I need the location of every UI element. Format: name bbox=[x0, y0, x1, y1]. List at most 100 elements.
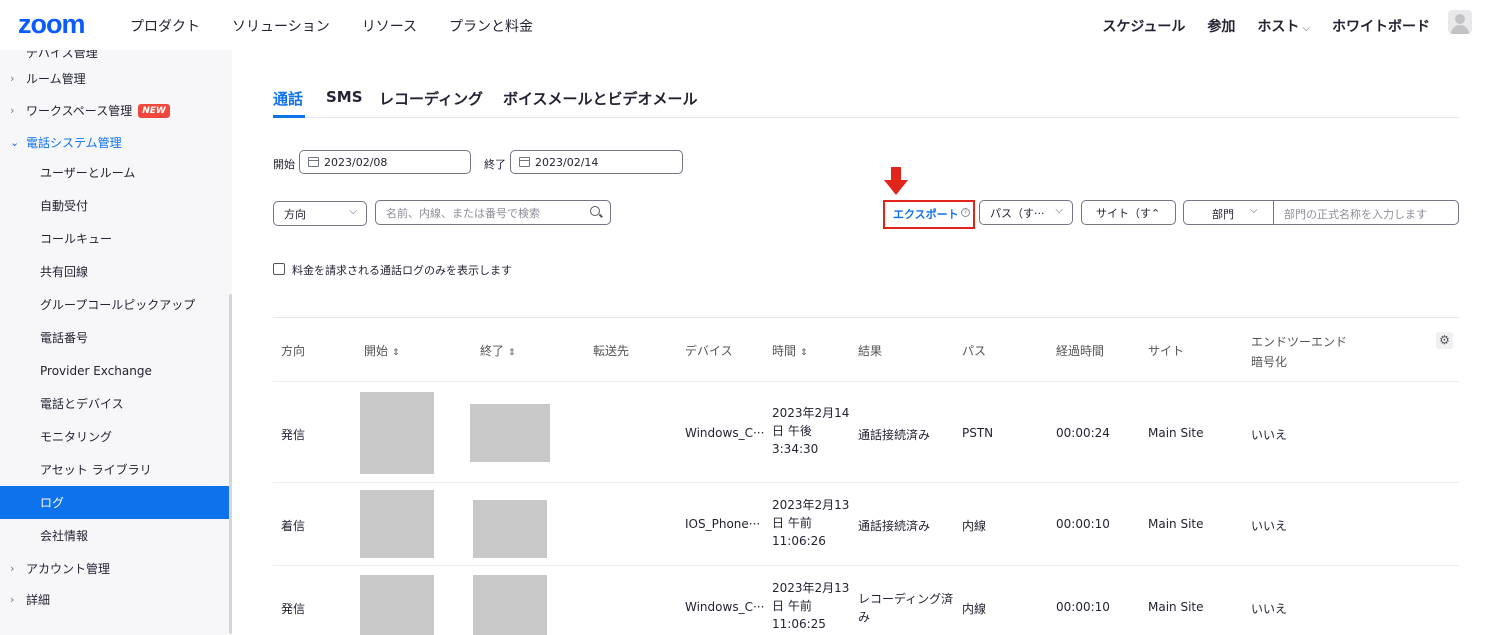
sidebar: デバイス管理 › ルーム管理 › ワークスペース管理 NEW ⌄ 電話システム管理 ユー… bbox=[0, 50, 232, 635]
dept-search-input[interactable]: 部門の正式名称を入力します bbox=[1284, 206, 1427, 222]
tab-calls[interactable]: 通話 bbox=[273, 88, 303, 109]
search-placeholder: 名前、内線、または番号で検索 bbox=[386, 206, 540, 220]
sidebar-item-auto-receptionist[interactable]: 自動受付 bbox=[40, 189, 88, 222]
active-tab-indicator bbox=[273, 115, 305, 118]
help-icon[interactable]: ? bbox=[961, 208, 970, 217]
tab-sms[interactable]: SMS bbox=[326, 88, 363, 106]
red-arrow-annotation bbox=[884, 167, 908, 195]
cell-site: Main Site bbox=[1148, 426, 1204, 440]
direction-select[interactable]: 方向 ⌵ bbox=[273, 201, 367, 226]
sort-icon: ⇕ bbox=[508, 348, 516, 358]
sidebar-item-details[interactable]: › 詳細 bbox=[10, 583, 50, 616]
end-date-label: 終了 bbox=[484, 158, 506, 171]
chevron-down-icon: ⌵ bbox=[1055, 205, 1063, 216]
chevron-right-icon: › bbox=[10, 104, 15, 117]
cell-elapsed: 00:00:10 bbox=[1056, 517, 1110, 531]
sidebar-item-provider-exchange[interactable]: Provider Exchange bbox=[40, 354, 152, 387]
tab-recording[interactable]: レコーディング bbox=[379, 88, 483, 109]
nav-right: スケジュール 参加 ホスト ⌵ ホワイトボード bbox=[1102, 16, 1430, 36]
sidebar-item-account-mgmt[interactable]: › アカウント管理 bbox=[10, 552, 110, 585]
cell-e2e: いいえ bbox=[1251, 602, 1288, 616]
log-tabs: 通話 SMS レコーディング ボイスメールとビデオメール bbox=[273, 88, 1459, 118]
col-time[interactable]: 時間 ⇕ bbox=[772, 342, 808, 359]
path-select[interactable]: パス（す··· ⌵ bbox=[979, 200, 1073, 225]
cell-result-wrap: み bbox=[858, 610, 871, 624]
calendar-icon bbox=[519, 157, 530, 167]
sidebar-item-label: ワークスペース管理 bbox=[26, 104, 133, 118]
redacted-start bbox=[360, 575, 434, 635]
new-badge: NEW bbox=[138, 103, 170, 118]
chevron-right-icon: › bbox=[10, 562, 15, 575]
cell-time-1: 2023年2月14 bbox=[772, 406, 850, 420]
sort-icon: ⇕ bbox=[392, 348, 400, 358]
nav-schedule[interactable]: スケジュール bbox=[1102, 16, 1185, 36]
col-e2e-line1: エンドツーエンド bbox=[1251, 335, 1348, 349]
cell-elapsed: 00:00:10 bbox=[1056, 600, 1110, 614]
dept-select-value[interactable]: 部門 bbox=[1212, 206, 1234, 222]
sidebar-item-room-mgmt[interactable]: › ルーム管理 bbox=[10, 62, 86, 95]
cell-device: IOS_Phone··· bbox=[685, 517, 761, 531]
nav-product[interactable]: プロダクト bbox=[130, 16, 200, 36]
sidebar-item-monitoring[interactable]: モニタリング bbox=[40, 420, 112, 453]
col-site: サイト bbox=[1148, 344, 1185, 358]
row-divider bbox=[273, 482, 1459, 483]
nav-join[interactable]: 参加 bbox=[1207, 16, 1235, 36]
sidebar-scrollbar[interactable] bbox=[229, 294, 232, 634]
tab-voicemail-videomail[interactable]: ボイスメールとビデオメール bbox=[503, 88, 698, 109]
zoom-logo[interactable]: zoom bbox=[18, 9, 85, 40]
redacted-start bbox=[360, 490, 434, 558]
sidebar-item-shared-lines[interactable]: 共有回線 bbox=[40, 255, 88, 288]
col-start-label: 開始 bbox=[364, 344, 389, 358]
dept-filter[interactable]: 部門 ⌵ 部門の正式名称を入力します bbox=[1183, 200, 1459, 225]
billable-only-checkbox[interactable] bbox=[273, 263, 285, 275]
sidebar-item-users-rooms[interactable]: ユーザーとルーム bbox=[40, 156, 135, 189]
search-input[interactable]: 名前、内線、または番号で検索 bbox=[375, 200, 611, 225]
chevron-down-icon: ⌵ bbox=[1302, 23, 1310, 34]
cell-device: Windows_C··· bbox=[685, 426, 765, 440]
sidebar-item-device-mgmt[interactable]: デバイス管理 bbox=[26, 50, 98, 61]
redacted-end bbox=[470, 404, 550, 462]
nav-host[interactable]: ホスト ⌵ bbox=[1257, 16, 1310, 36]
nav-solution[interactable]: ソリューション bbox=[232, 16, 330, 36]
sidebar-item-workspace-mgmt[interactable]: › ワークスペース管理 NEW bbox=[10, 94, 170, 127]
col-start[interactable]: 開始 ⇕ bbox=[364, 342, 400, 359]
cell-path: 内線 bbox=[962, 519, 987, 533]
sidebar-item-logs[interactable]: ログ bbox=[0, 486, 230, 519]
row-divider bbox=[273, 381, 1459, 382]
redacted-start bbox=[360, 392, 434, 474]
gear-icon[interactable]: ⚙ bbox=[1436, 332, 1453, 349]
avatar[interactable] bbox=[1448, 10, 1472, 34]
site-select[interactable]: サイト（す⌃ bbox=[1081, 200, 1176, 225]
start-date-input[interactable]: 2023/02/08 bbox=[299, 150, 471, 174]
col-end[interactable]: 終了 ⇕ bbox=[480, 342, 516, 359]
nav-pricing[interactable]: プランと料金 bbox=[449, 16, 533, 36]
calendar-icon bbox=[308, 157, 319, 167]
sidebar-item-phones-devices[interactable]: 電話とデバイス bbox=[40, 387, 124, 420]
cell-device: Windows_C··· bbox=[685, 600, 765, 614]
end-date-input[interactable]: 2023/02/14 bbox=[510, 150, 683, 174]
col-result: 結果 bbox=[858, 344, 883, 358]
chevron-right-icon: › bbox=[10, 72, 15, 85]
nav-host-label: ホスト bbox=[1257, 19, 1300, 35]
sidebar-item-label: ルーム管理 bbox=[26, 72, 86, 86]
divider bbox=[1273, 201, 1274, 224]
cell-time-2: 日 午前 bbox=[772, 599, 812, 613]
nav-whiteboard[interactable]: ホワイトボード bbox=[1332, 16, 1430, 36]
sidebar-item-group-call-pickup[interactable]: グループコールピックアップ bbox=[40, 288, 195, 321]
end-date-value: 2023/02/14 bbox=[535, 155, 599, 169]
export-button[interactable]: エクスポート bbox=[893, 206, 959, 222]
sidebar-item-call-queue[interactable]: コールキュー bbox=[40, 222, 112, 255]
search-icon bbox=[590, 206, 600, 216]
nav-resources[interactable]: リソース bbox=[362, 16, 417, 36]
start-date-label: 開始 bbox=[273, 158, 295, 171]
row-divider bbox=[273, 565, 1459, 566]
sidebar-item-label: 詳細 bbox=[26, 593, 51, 607]
sidebar-item-label: アカウント管理 bbox=[26, 562, 111, 576]
col-e2e-line2: 暗号化 bbox=[1251, 355, 1288, 369]
sidebar-item-company-info[interactable]: 会社情報 bbox=[40, 519, 88, 552]
sidebar-item-phone-system[interactable]: ⌄ 電話システム管理 bbox=[10, 126, 122, 159]
sidebar-item-asset-library[interactable]: アセット ライブラリ bbox=[40, 453, 152, 486]
sidebar-item-phone-numbers[interactable]: 電話番号 bbox=[40, 321, 88, 354]
cell-e2e: いいえ bbox=[1251, 428, 1288, 442]
col-elapsed: 経過時間 bbox=[1056, 344, 1105, 358]
